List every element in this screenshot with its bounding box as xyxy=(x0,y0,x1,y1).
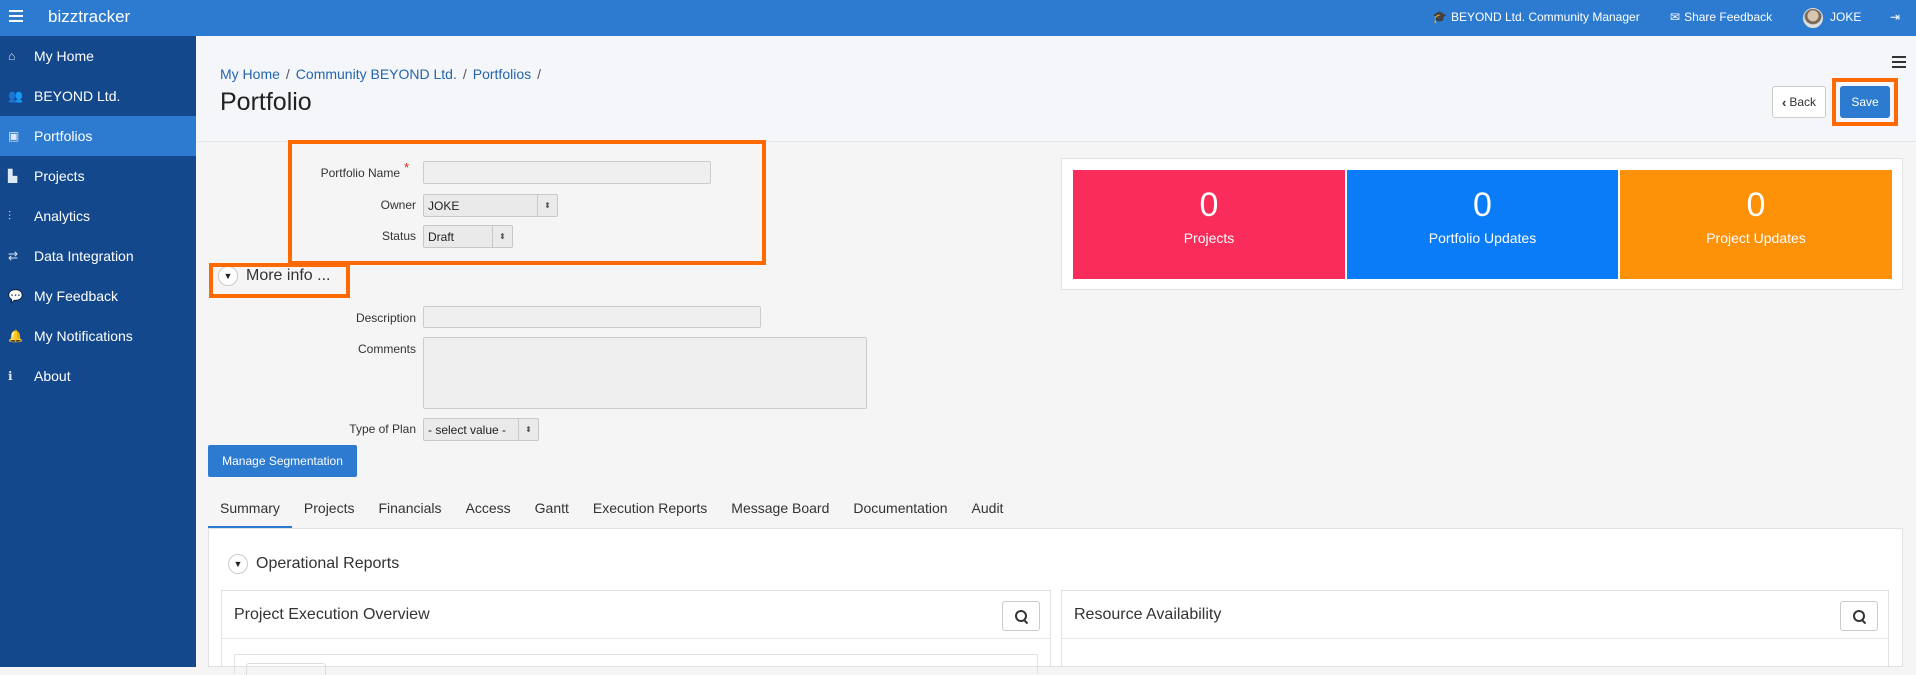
tab-bar: Summary Projects Financials Access Gantt… xyxy=(208,490,1015,528)
sidebar-item-label: BEYOND Ltd. xyxy=(34,88,121,104)
exchange-icon: ⇄ xyxy=(8,249,19,263)
project-execution-card: Project Execution Overview xyxy=(221,590,1051,675)
sidebar-item-label: My Home xyxy=(34,48,94,64)
share-feedback-link[interactable]: ✉ Share Feedback xyxy=(1670,10,1772,24)
sidebar-item-label: Projects xyxy=(34,168,85,184)
form-highlight-box xyxy=(288,140,766,265)
tab-documentation[interactable]: Documentation xyxy=(841,490,959,528)
page-title: Portfolio xyxy=(220,88,312,116)
top-bar: bizztracker 🎓 BEYOND Ltd. Community Manag… xyxy=(0,0,1916,36)
type-of-plan-value: - select value - xyxy=(428,423,507,437)
envelope-icon: ✉ xyxy=(1670,10,1681,24)
sidebar-item-label: Portfolios xyxy=(34,128,93,144)
breadcrumb: My Home / Community BEYOND Ltd. / Portfolios… xyxy=(220,66,547,82)
description-label: Description xyxy=(355,311,416,325)
sidebar-item-label: Data Integration xyxy=(34,248,134,264)
search-icon xyxy=(1853,610,1865,622)
stat-value: 0 xyxy=(1199,186,1219,224)
breadcrumb-community[interactable]: Community BEYOND Ltd. xyxy=(296,66,457,82)
stat-projects[interactable]: 0 Projects xyxy=(1073,170,1345,279)
back-button[interactable]: ‹ Back xyxy=(1772,86,1826,118)
sidebar-item-label: Analytics xyxy=(34,208,91,224)
menu-toggle-icon[interactable] xyxy=(9,10,23,22)
sidebar-item-data-integration[interactable]: ⇄ Data Integration xyxy=(0,236,196,276)
sidebar-item-label: About xyxy=(34,368,71,384)
tab-financials[interactable]: Financials xyxy=(366,490,453,528)
home-icon: ⌂ xyxy=(8,49,16,63)
tab-message-board[interactable]: Message Board xyxy=(719,490,841,528)
stat-value: 0 xyxy=(1473,186,1492,224)
select-arrows-icon: ⬍ xyxy=(518,419,538,440)
operational-reports-title: Operational Reports xyxy=(256,555,400,572)
search-button[interactable] xyxy=(1002,601,1040,631)
sidebar-item-beyond-ltd[interactable]: 👥 BEYOND Ltd. xyxy=(0,76,196,116)
breadcrumb-separator: / xyxy=(285,66,290,82)
stat-label: Projects xyxy=(1183,230,1235,246)
breadcrumb-portfolios[interactable]: Portfolios xyxy=(473,66,531,82)
tab-projects[interactable]: Projects xyxy=(292,490,367,528)
app-brand[interactable]: bizztracker xyxy=(48,7,130,27)
page-menu-icon[interactable] xyxy=(1892,56,1906,68)
search-icon xyxy=(1015,610,1027,622)
comments-icon: 💬 xyxy=(8,289,23,303)
sidebar-item-my-home[interactable]: ⌂ My Home xyxy=(0,36,196,76)
description-input[interactable] xyxy=(423,306,761,328)
sidebar-item-analytics[interactable]: ⫶ Analytics xyxy=(0,196,196,236)
stat-project-updates[interactable]: 0 Project Updates xyxy=(1620,170,1892,279)
breadcrumb-separator: / xyxy=(537,66,541,82)
operational-reports-toggle[interactable]: ▼ Operational Reports xyxy=(228,554,399,574)
chevron-left-icon: ‹ xyxy=(1781,94,1787,110)
breadcrumb-separator: / xyxy=(462,66,467,82)
stat-label: Portfolio Updates xyxy=(1428,230,1537,246)
sign-out-icon[interactable]: ⇥ xyxy=(1890,10,1900,24)
save-highlight-box xyxy=(1832,78,1898,126)
tab-summary[interactable]: Summary xyxy=(208,490,292,528)
community-manager-label: BEYOND Ltd. Community Manager xyxy=(1450,10,1640,24)
info-icon: ℹ xyxy=(8,369,13,383)
bell-icon: 🔔 xyxy=(8,329,23,343)
type-of-plan-label: Type of Plan xyxy=(349,422,416,436)
briefcase-icon: ▣ xyxy=(8,129,20,143)
comments-textarea[interactable] xyxy=(423,337,867,409)
sidebar-item-about[interactable]: ℹ About xyxy=(0,356,196,396)
sidebar-item-projects[interactable]: ▙ Projects xyxy=(0,156,196,196)
resource-availability-card: Resource Availability xyxy=(1061,590,1889,667)
stat-value: 0 xyxy=(1746,186,1766,224)
stats-panel: 0 Projects 0 Portfolio Updates 0 Project… xyxy=(1061,158,1903,290)
user-avatar[interactable] xyxy=(1803,8,1823,28)
stat-portfolio-updates[interactable]: 0 Portfolio Updates xyxy=(1347,170,1618,279)
page-header: My Home / Community BEYOND Ltd. / Portfolios… xyxy=(196,36,1916,142)
more-info-highlight-box xyxy=(209,263,350,298)
search-button[interactable] xyxy=(1840,601,1878,631)
comments-label: Comments xyxy=(357,342,416,356)
tab-execution-reports[interactable]: Execution Reports xyxy=(581,490,719,528)
card-title: Project Execution Overview xyxy=(234,605,430,623)
tab-audit[interactable]: Audit xyxy=(960,490,1016,528)
sidebar-item-label: My Notifications xyxy=(34,328,133,344)
type-of-plan-select[interactable]: - select value - ⬍ xyxy=(423,418,539,441)
card-inner-control[interactable] xyxy=(246,663,326,675)
community-manager-link[interactable]: 🎓 BEYOND Ltd. Community Manager xyxy=(1432,10,1640,24)
caret-down-icon: ▼ xyxy=(228,554,248,574)
sidebar-item-my-feedback[interactable]: 💬 My Feedback xyxy=(0,276,196,316)
line-chart-icon: ⫶ xyxy=(8,208,12,223)
tab-access[interactable]: Access xyxy=(454,490,523,528)
breadcrumb-my-home[interactable]: My Home xyxy=(220,66,280,82)
tab-gantt[interactable]: Gantt xyxy=(523,490,581,528)
sidebar-item-label: My Feedback xyxy=(34,288,119,304)
sidebar-item-portfolios[interactable]: ▣ Portfolios xyxy=(0,116,196,156)
user-name[interactable]: JOKE xyxy=(1830,10,1861,24)
share-feedback-label: Share Feedback xyxy=(1684,10,1773,24)
sidebar-item-my-notifications[interactable]: 🔔 My Notifications xyxy=(0,316,196,356)
card-inner-box xyxy=(234,654,1038,674)
graduation-cap-icon: 🎓 xyxy=(1432,10,1447,24)
stat-label: Project Updates xyxy=(1706,230,1806,246)
back-button-label: Back xyxy=(1789,95,1817,109)
manage-segmentation-button[interactable]: Manage Segmentation xyxy=(208,445,357,477)
bar-chart-icon: ▙ xyxy=(8,169,18,183)
sidebar: ⌂ My Home 👥 BEYOND Ltd. ▣ Portfolios ▙ Proje… xyxy=(0,36,196,667)
card-title: Resource Availability xyxy=(1074,605,1222,623)
users-icon: 👥 xyxy=(8,89,23,103)
